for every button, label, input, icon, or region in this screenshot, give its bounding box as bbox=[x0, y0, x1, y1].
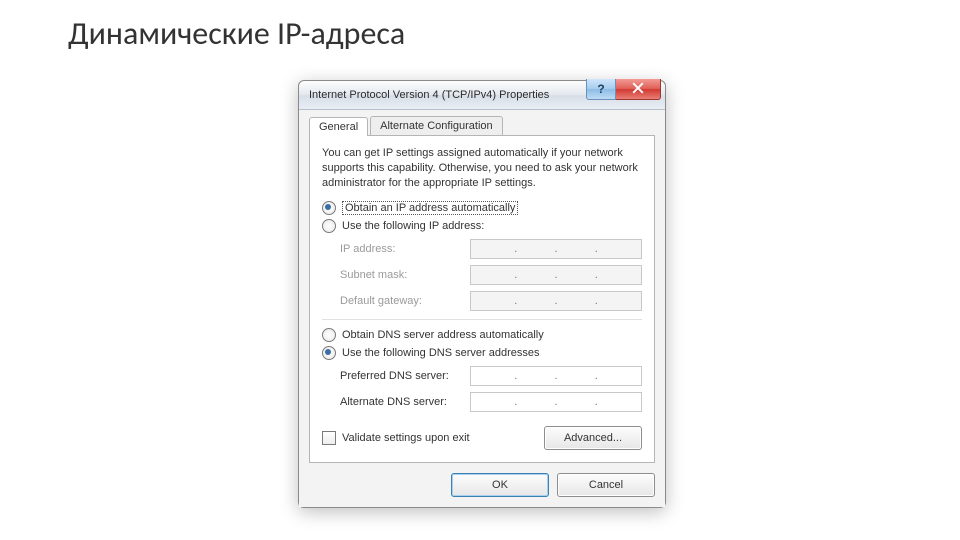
field-preferred-dns: Preferred DNS server: ... bbox=[340, 366, 642, 386]
field-subnet-mask: Subnet mask: ... bbox=[340, 265, 642, 285]
subnet-mask-input: ... bbox=[470, 265, 642, 285]
radio-icon bbox=[322, 201, 336, 215]
radio-icon bbox=[322, 219, 336, 233]
radio-ip-auto-row[interactable]: Obtain an IP address automatically bbox=[322, 201, 642, 215]
validate-settings-row[interactable]: Validate settings upon exit bbox=[322, 431, 470, 445]
subnet-mask-label: Subnet mask: bbox=[340, 269, 470, 281]
validate-settings-label: Validate settings upon exit bbox=[342, 432, 470, 444]
radio-dns-manual-row[interactable]: Use the following DNS server addresses bbox=[322, 346, 642, 360]
ip-address-label: IP address: bbox=[340, 243, 470, 255]
default-gateway-input: ... bbox=[470, 291, 642, 311]
window-buttons: ? bbox=[586, 79, 661, 100]
window-title: Internet Protocol Version 4 (TCP/IPv4) P… bbox=[309, 89, 549, 101]
default-gateway-label: Default gateway: bbox=[340, 295, 470, 307]
close-icon bbox=[632, 82, 644, 97]
radio-ip-manual-row[interactable]: Use the following IP address: bbox=[322, 219, 642, 233]
ok-button[interactable]: OK bbox=[451, 473, 549, 497]
description-text: You can get IP settings assigned automat… bbox=[322, 146, 642, 191]
tab-panel-general: You can get IP settings assigned automat… bbox=[309, 136, 655, 463]
cancel-button[interactable]: Cancel bbox=[557, 473, 655, 497]
close-button[interactable] bbox=[616, 79, 661, 100]
radio-dns-auto-label: Obtain DNS server address automatically bbox=[342, 329, 544, 341]
separator bbox=[322, 319, 642, 320]
tab-general[interactable]: General bbox=[309, 117, 368, 136]
advanced-button[interactable]: Advanced... bbox=[544, 426, 642, 450]
titlebar: Internet Protocol Version 4 (TCP/IPv4) P… bbox=[299, 81, 665, 110]
preferred-dns-input[interactable]: ... bbox=[470, 366, 642, 386]
ipv4-properties-dialog: Internet Protocol Version 4 (TCP/IPv4) P… bbox=[298, 80, 666, 508]
help-button[interactable]: ? bbox=[586, 79, 616, 100]
alternate-dns-input[interactable]: ... bbox=[470, 392, 642, 412]
dialog-body: General Alternate Configuration You can … bbox=[299, 110, 665, 507]
radio-ip-auto-label: Obtain an IP address automatically bbox=[342, 201, 518, 215]
tab-alternate-configuration[interactable]: Alternate Configuration bbox=[370, 116, 503, 135]
radio-icon bbox=[322, 328, 336, 342]
radio-dns-auto-row[interactable]: Obtain DNS server address automatically bbox=[322, 328, 642, 342]
ip-address-input: ... bbox=[470, 239, 642, 259]
dialog-footer: OK Cancel bbox=[309, 463, 655, 497]
radio-dns-manual-label: Use the following DNS server addresses bbox=[342, 347, 539, 359]
slide-title: Динамические IP-адреса bbox=[68, 14, 405, 53]
field-ip-address: IP address: ... bbox=[340, 239, 642, 259]
alternate-dns-label: Alternate DNS server: bbox=[340, 396, 470, 408]
radio-ip-manual-label: Use the following IP address: bbox=[342, 220, 484, 232]
radio-icon bbox=[322, 346, 336, 360]
tabstrip: General Alternate Configuration bbox=[309, 116, 655, 136]
field-alternate-dns: Alternate DNS server: ... bbox=[340, 392, 642, 412]
preferred-dns-label: Preferred DNS server: bbox=[340, 370, 470, 382]
field-default-gateway: Default gateway: ... bbox=[340, 291, 642, 311]
checkbox-icon bbox=[322, 431, 336, 445]
